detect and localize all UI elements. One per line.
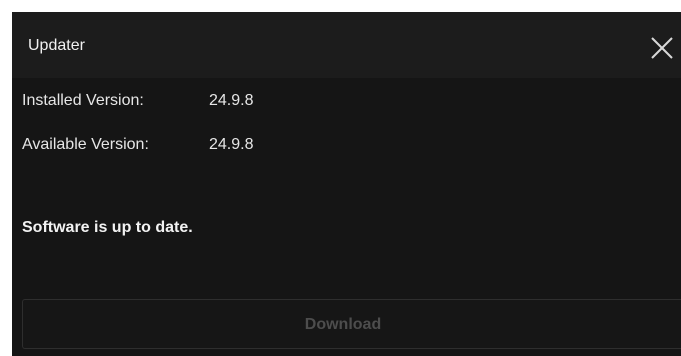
- download-button[interactable]: Download: [22, 299, 681, 349]
- updater-window: Updater Installed Version: 24.9.8 Availa…: [12, 12, 681, 356]
- download-button-label: Download: [304, 316, 382, 333]
- installed-version-value: 24.9.8: [209, 92, 254, 109]
- available-version-value: 24.9.8: [209, 136, 254, 153]
- available-version-row: Available Version: 24.9.8: [22, 136, 253, 154]
- installed-version-label: Installed Version:: [22, 92, 144, 109]
- title-bar: Updater: [12, 12, 681, 78]
- close-icon: [651, 37, 673, 59]
- installed-version-row: Installed Version: 24.9.8: [22, 92, 253, 110]
- close-button[interactable]: [646, 32, 676, 62]
- available-version-label: Available Version:: [22, 136, 149, 153]
- window-title: Updater: [28, 37, 85, 54]
- update-status-message: Software is up to date.: [22, 219, 193, 236]
